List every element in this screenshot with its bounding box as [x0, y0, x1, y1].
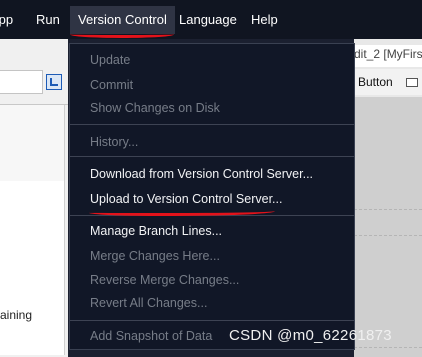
toolbar-button-label[interactable]: Button	[358, 75, 393, 89]
editor-toolbar: Button	[354, 69, 422, 95]
right-panel: dit_2 [MyFirs Button	[354, 39, 422, 357]
menu-divider	[70, 124, 354, 125]
editor-tab-title[interactable]: dit_2 [MyFirs	[354, 45, 422, 67]
menu-app[interactable]: App	[0, 0, 13, 39]
menu-item-upload[interactable]: Upload to Version Control Server...	[90, 192, 282, 206]
menu-item-commit[interactable]: Commit	[90, 78, 133, 92]
collapse-icon[interactable]	[46, 74, 62, 90]
canvas-guide	[354, 235, 422, 236]
menu-help[interactable]: Help	[251, 0, 278, 39]
menu-item-merge-changes[interactable]: Merge Changes Here...	[90, 249, 220, 263]
editor-canvas[interactable]	[354, 97, 422, 357]
annotation-underline-menu	[70, 31, 174, 38]
version-control-dropdown: Update Commit Show Changes on Disk Histo…	[69, 43, 355, 350]
watermark: CSDN @m0_62261873	[229, 327, 392, 344]
left-list	[0, 181, 64, 355]
left-tree-panel: aining	[0, 105, 65, 355]
left-panel-text: aining	[0, 308, 33, 322]
menu-item-add-snapshot[interactable]: Add Snapshot of Data	[90, 329, 212, 343]
canvas-guide	[354, 347, 422, 348]
widget-icon[interactable]	[406, 78, 418, 87]
menu-version-control[interactable]: Version Control	[70, 6, 175, 34]
menu-item-download[interactable]: Download from Version Control Server...	[90, 167, 313, 181]
menu-item-show-changes-on-disk[interactable]: Show Changes on Disk	[90, 101, 220, 115]
menu-language[interactable]: Language	[179, 0, 237, 39]
menu-divider	[70, 156, 354, 157]
menu-item-reverse-merge[interactable]: Reverse Merge Changes...	[90, 273, 239, 287]
menu-bar: App Run Version Control Language Help	[0, 0, 422, 39]
menu-divider	[70, 320, 354, 321]
menu-item-history[interactable]: History...	[90, 135, 138, 149]
menu-run[interactable]: Run	[36, 0, 60, 39]
menu-item-manage-branch-lines[interactable]: Manage Branch Lines...	[90, 224, 222, 238]
left-panel: aining	[0, 39, 68, 357]
left-search-field[interactable]	[0, 70, 43, 94]
menu-item-update[interactable]: Update	[90, 53, 130, 67]
canvas-guide	[354, 209, 422, 210]
menu-item-revert-all[interactable]: Revert All Changes...	[90, 296, 207, 310]
